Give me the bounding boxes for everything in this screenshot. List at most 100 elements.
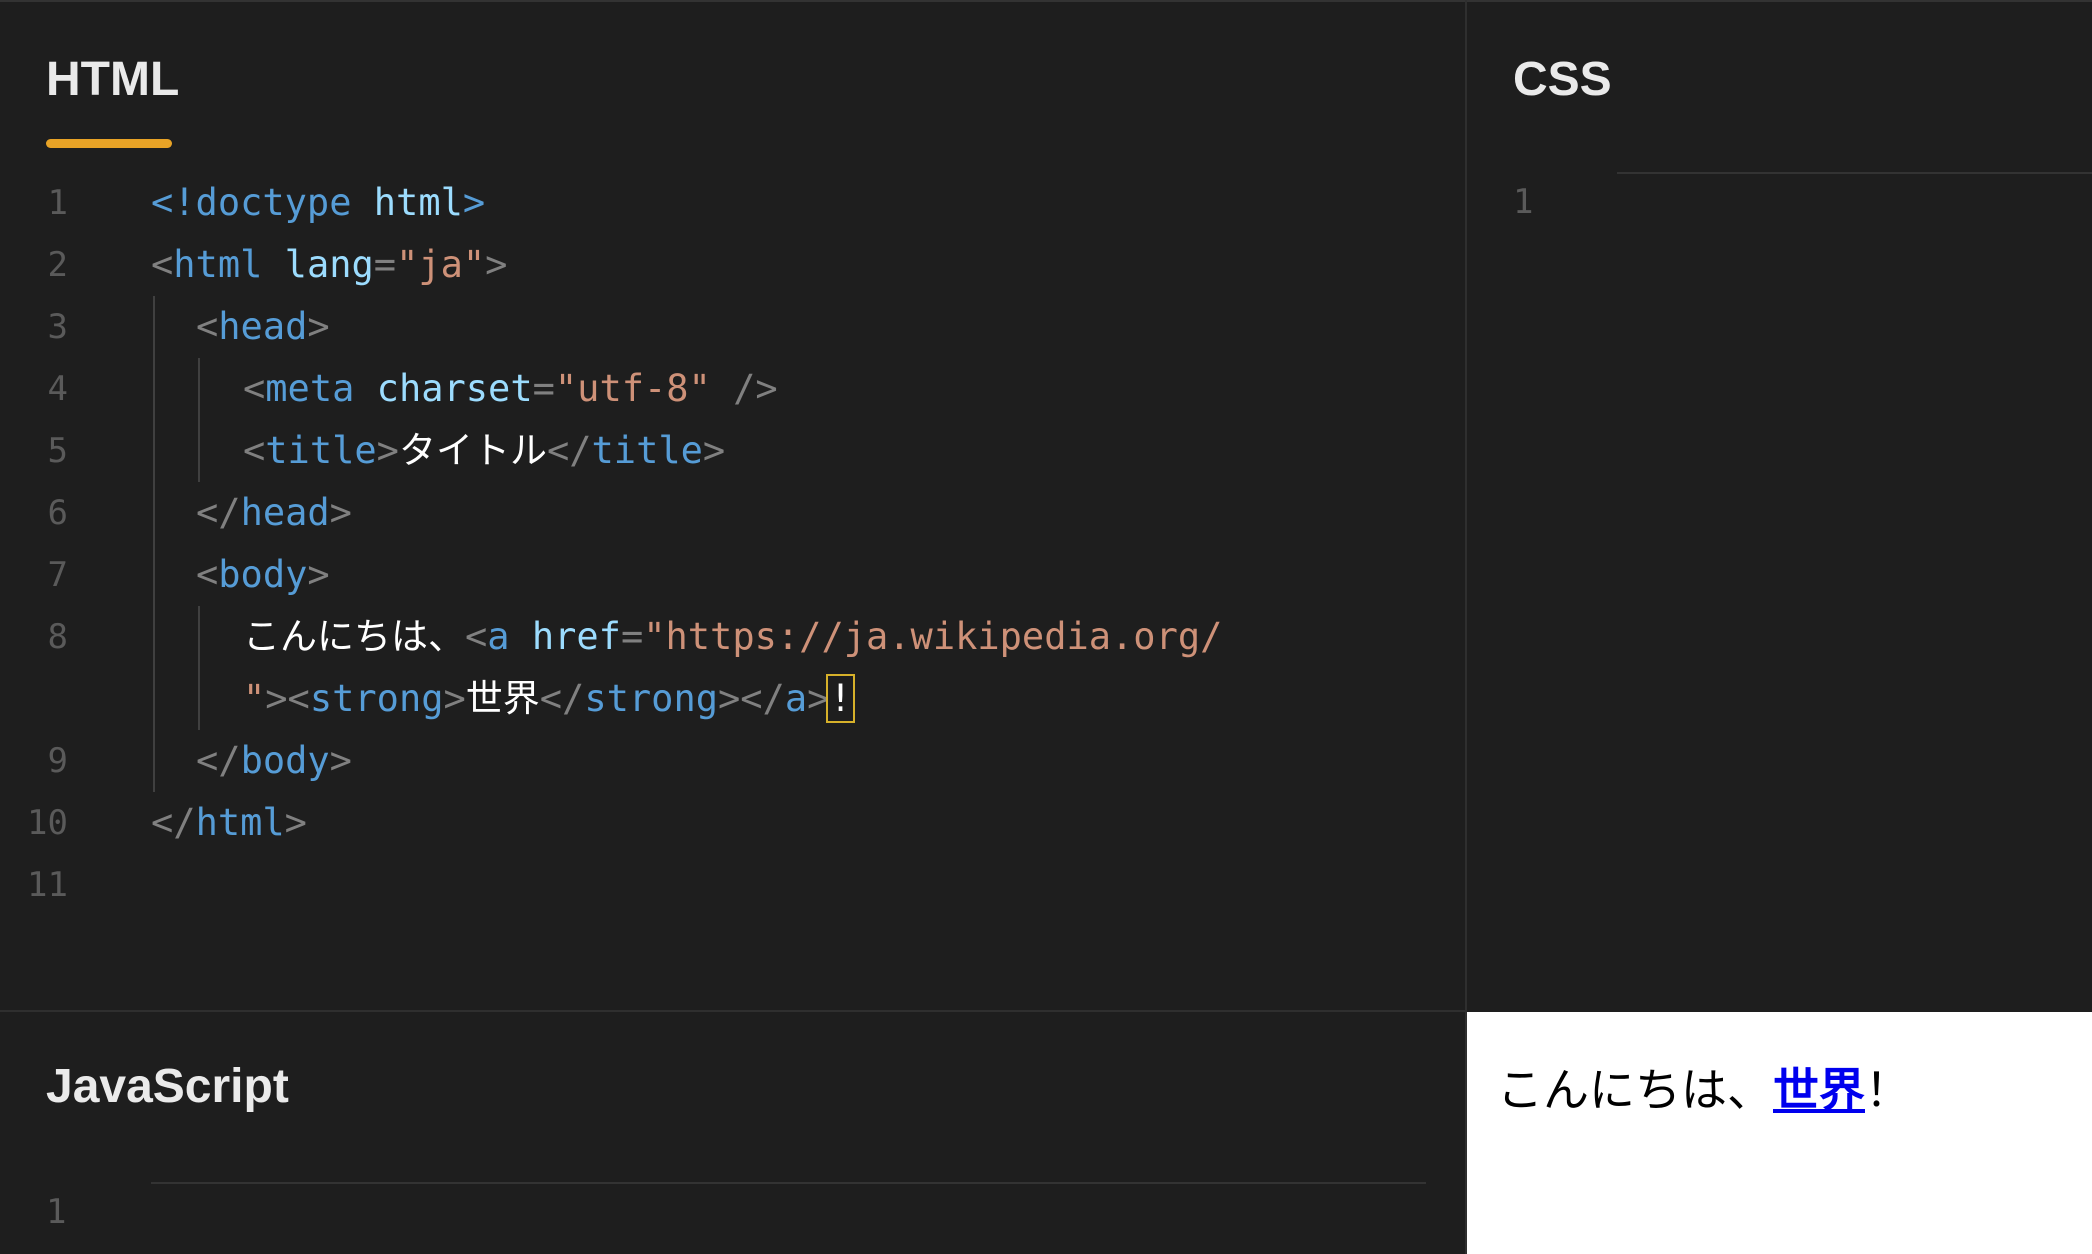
- code-token: ><: [265, 677, 310, 720]
- line-number: 5: [47, 431, 68, 471]
- code-line[interactable]: 7 <body>: [0, 544, 1465, 606]
- code-token: </: [546, 429, 592, 472]
- preview-greeting: こんにちは、: [1497, 1063, 1773, 1117]
- code-line[interactable]: 9 </body>: [0, 730, 1465, 792]
- code-line[interactable]: 5 <title>タイトル</title>: [0, 420, 1465, 482]
- code-token: =: [373, 243, 397, 286]
- code-token: charset: [376, 367, 533, 410]
- css-line-number: 1: [1513, 182, 1534, 222]
- code-token: </: [151, 801, 196, 844]
- code-token: </: [539, 677, 585, 720]
- code-token: strong: [584, 677, 718, 720]
- js-code-editor[interactable]: [151, 1184, 1465, 1254]
- code-token: "ja": [396, 243, 486, 286]
- css-editor-pane: CSS 1: [1467, 0, 2092, 1010]
- line-number: 1: [47, 183, 68, 223]
- code-token: title: [265, 429, 377, 472]
- code-token: <: [243, 429, 266, 472]
- code-token: >: [307, 305, 330, 348]
- css-code-editor[interactable]: [1617, 174, 2092, 1010]
- line-content: こんにちは、<a href="https://ja.wikipedia.org/…: [243, 606, 1222, 730]
- code-token: head: [240, 491, 330, 534]
- code-token: <: [196, 553, 219, 596]
- code-line[interactable]: 6 </head>: [0, 482, 1465, 544]
- js-editor-pane: JavaScript 1: [0, 1012, 1465, 1254]
- line-content: <body>: [196, 544, 330, 606]
- line-content: <title>タイトル</title>: [243, 420, 725, 482]
- code-token: strong: [309, 677, 444, 720]
- code-token: ></: [718, 677, 785, 720]
- code-token: </: [196, 491, 241, 534]
- code-token: html: [173, 243, 263, 286]
- active-tab-indicator: [46, 139, 172, 148]
- preview-content: こんにちは、世界！: [1497, 1054, 1911, 1120]
- line-number: 3: [47, 307, 68, 347]
- code-line[interactable]: 11: [0, 854, 1465, 916]
- line-number: 11: [27, 865, 68, 905]
- html-pane-title[interactable]: HTML: [46, 50, 179, 110]
- code-token: こんにちは、: [243, 615, 465, 658]
- code-token: />: [710, 367, 778, 410]
- code-token: >: [307, 553, 330, 596]
- code-token: >: [485, 243, 508, 286]
- code-token: ": [243, 677, 266, 720]
- code-token: href: [531, 615, 621, 658]
- code-token: >: [376, 429, 399, 472]
- code-token: >: [702, 429, 726, 472]
- code-token: </: [196, 739, 241, 782]
- code-token: "https://ja.wikipedia.org/: [643, 615, 1223, 658]
- code-token: head: [218, 305, 308, 348]
- line-number: 8: [47, 617, 68, 657]
- code-token: =: [532, 367, 555, 410]
- code-token: html: [195, 801, 285, 844]
- preview-exclamation: ！: [1865, 1063, 1911, 1117]
- code-token: body: [240, 739, 330, 782]
- code-token: <: [465, 615, 488, 658]
- code-token: 世界: [465, 677, 540, 720]
- line-content: <!doctype html>: [151, 172, 485, 234]
- code-token: >: [462, 181, 486, 224]
- code-token: a: [487, 615, 510, 658]
- line-content: </html>: [151, 792, 307, 854]
- line-number: 9: [47, 741, 68, 781]
- code-token: >: [329, 739, 352, 782]
- line-number: 10: [27, 803, 68, 843]
- line-number: 2: [47, 245, 68, 285]
- code-token: <: [196, 305, 219, 348]
- code-token: <: [151, 243, 174, 286]
- js-pane-title[interactable]: JavaScript: [46, 1057, 289, 1117]
- code-token: meta: [265, 367, 355, 410]
- line-number: 4: [47, 369, 68, 409]
- code-line[interactable]: 3 <head>: [0, 296, 1465, 358]
- code-line[interactable]: 1 <!doctype html>: [0, 172, 1465, 234]
- code-line[interactable]: 10 </html>: [0, 792, 1465, 854]
- html-editor-pane: HTML 1 <!doctype html> 2 <html lang="ja"> 3 <…: [0, 0, 1465, 1010]
- html-code-editor[interactable]: 1 <!doctype html> 2 <html lang="ja"> 3 <head>…: [0, 172, 1465, 916]
- preview-link[interactable]: 世界: [1773, 1063, 1865, 1117]
- code-line[interactable]: 2 <html lang="ja">: [0, 234, 1465, 296]
- code-token: lang: [284, 243, 374, 286]
- line-content: <meta charset="utf-8" />: [243, 358, 778, 420]
- line-content: <html lang="ja">: [151, 234, 507, 296]
- css-pane-title[interactable]: CSS: [1513, 50, 1612, 110]
- code-token: >: [807, 677, 830, 720]
- code-token: <: [243, 367, 266, 410]
- line-number: 7: [47, 555, 68, 595]
- code-token: body: [218, 553, 308, 596]
- preview-pane: こんにちは、世界！: [1467, 1012, 2092, 1254]
- code-token: title: [591, 429, 703, 472]
- code-token: <!doctype: [151, 181, 352, 224]
- code-line[interactable]: 8 こんにちは、<a href="https://ja.wikipedia.org…: [0, 606, 1465, 730]
- code-line[interactable]: 4 <meta charset="utf-8" />: [0, 358, 1465, 420]
- line-content: </head>: [196, 482, 352, 544]
- code-token: >: [329, 491, 352, 534]
- code-token: =: [620, 615, 644, 658]
- code-token: a: [784, 677, 808, 720]
- js-line-number: 1: [46, 1192, 67, 1232]
- line-content: <head>: [196, 296, 330, 358]
- code-token: html: [373, 181, 463, 224]
